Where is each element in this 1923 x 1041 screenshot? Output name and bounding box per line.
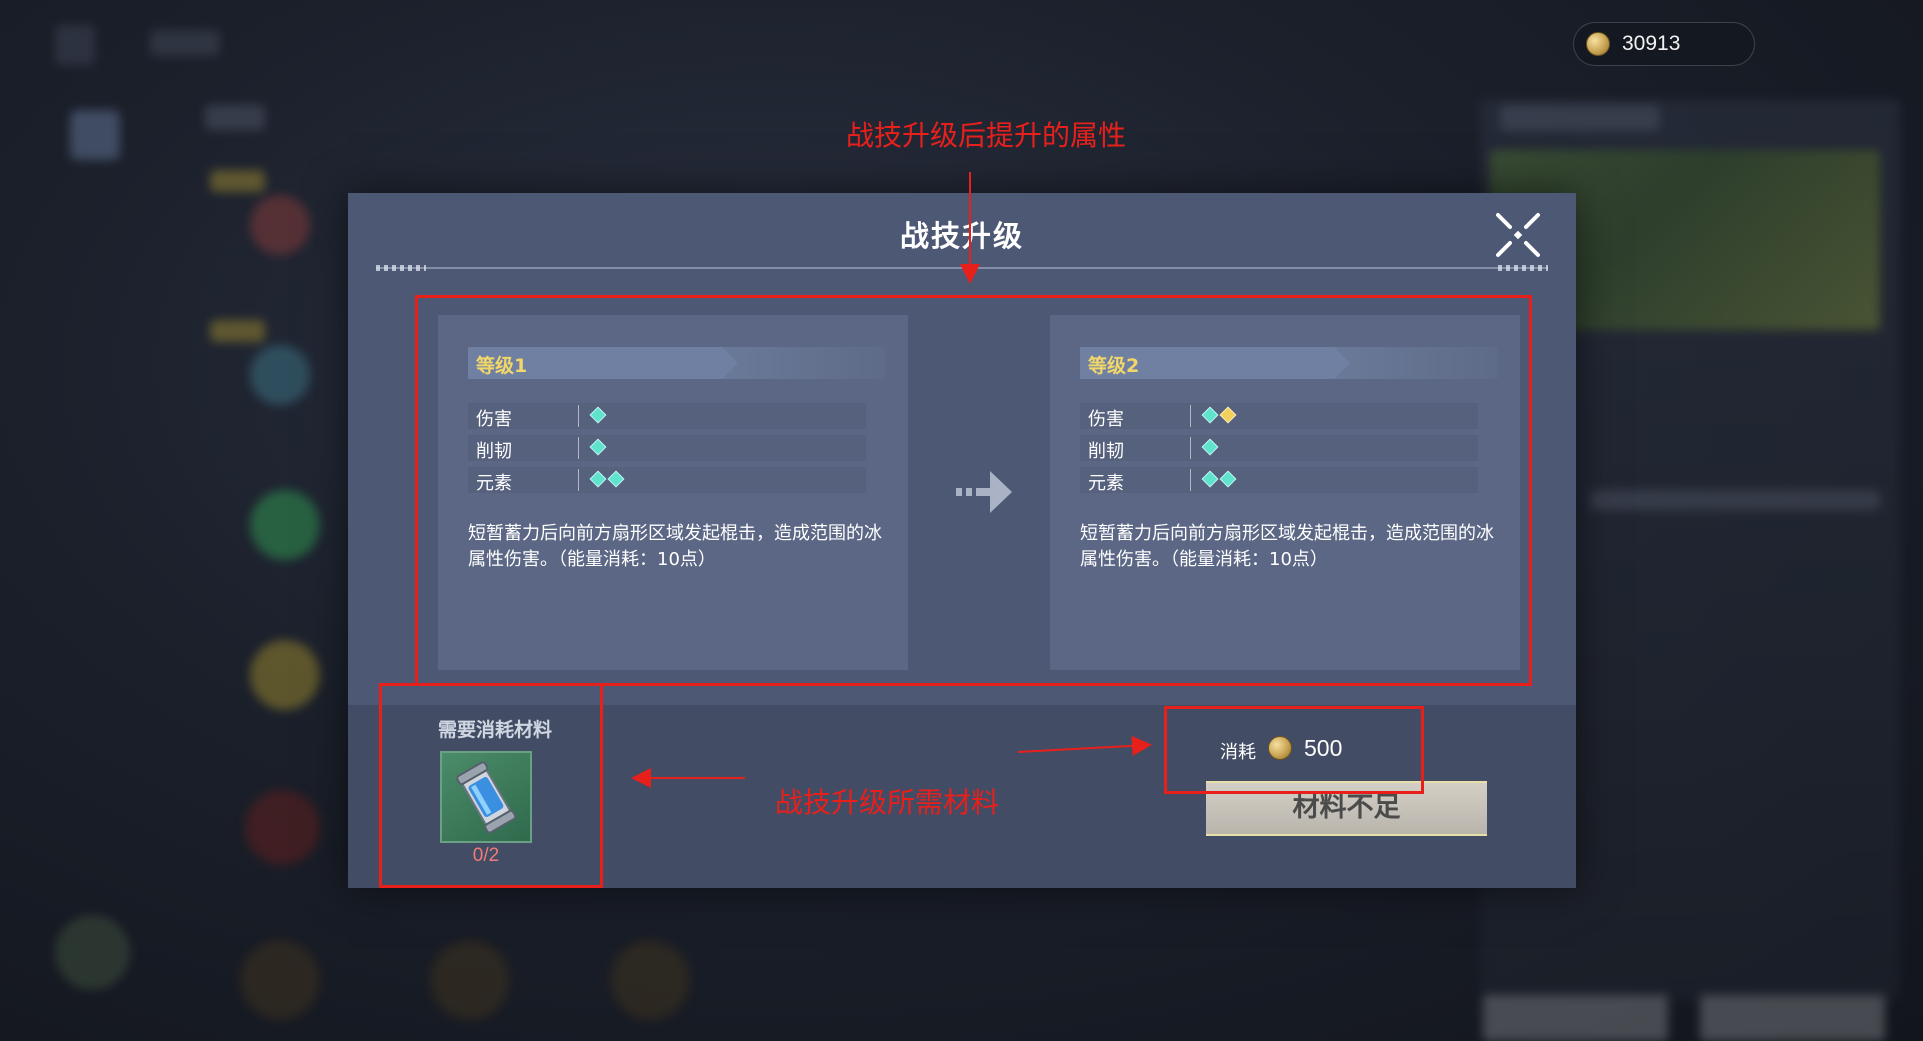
annotation-arrows: [631, 172, 1152, 788]
